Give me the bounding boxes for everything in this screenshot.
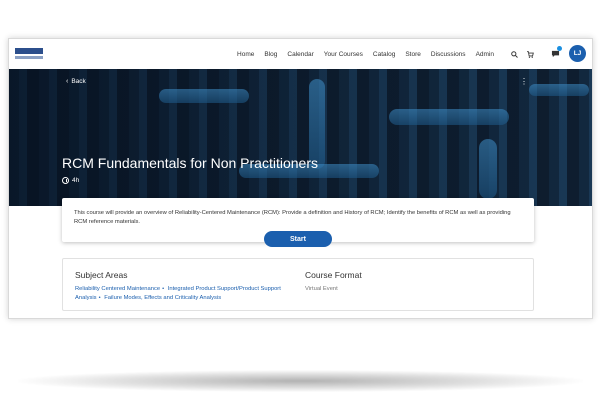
course-format-title: Course Format	[305, 270, 362, 280]
back-label: Back	[71, 78, 86, 85]
nav-blog[interactable]: Blog	[264, 51, 277, 58]
duration-value: 4h	[72, 177, 80, 184]
browser-frame: Home Blog Calendar Your Courses Catalog …	[8, 38, 593, 319]
course-title: RCM Fundamentals for Non Practitioners	[62, 155, 318, 171]
subject-areas-title: Subject Areas	[75, 270, 128, 280]
nav-your-courses[interactable]: Your Courses	[324, 51, 363, 58]
top-navigation: Home Blog Calendar Your Courses Catalog …	[9, 39, 592, 69]
subject-areas-list: Reliability Centered Maintenance • Integr…	[75, 286, 281, 301]
chevron-left-icon: ‹	[66, 78, 69, 85]
course-info-card: Subject Areas Reliability Centered Maint…	[62, 258, 534, 311]
back-link[interactable]: ‹ Back	[66, 78, 86, 85]
search-icon[interactable]	[510, 48, 518, 60]
nav-discussions[interactable]: Discussions	[431, 51, 466, 58]
user-avatar[interactable]: LJ	[569, 45, 586, 62]
nav-admin[interactable]: Admin	[476, 51, 494, 58]
clock-icon	[62, 177, 69, 184]
subject-link[interactable]: Reliability Centered Maintenance	[75, 286, 160, 292]
notification-dot	[557, 46, 562, 51]
start-button[interactable]: Start	[264, 231, 332, 247]
nav-home[interactable]: Home	[237, 51, 254, 58]
frame-shadow	[18, 370, 583, 392]
course-duration: 4h	[62, 177, 79, 184]
course-description: This course will provide an overview of …	[74, 210, 511, 225]
nav-links: Home Blog Calendar Your Courses Catalog …	[227, 39, 494, 69]
nav-store[interactable]: Store	[405, 51, 421, 58]
more-options-icon[interactable]: ⋮	[520, 77, 528, 86]
nav-calendar[interactable]: Calendar	[287, 51, 313, 58]
site-logo[interactable]	[15, 48, 43, 61]
course-hero: ‹ Back ⋮ RCM Fundamentals for Non Practi…	[9, 69, 592, 206]
cart-icon[interactable]	[526, 48, 534, 60]
chat-icon[interactable]	[550, 46, 562, 60]
nav-catalog[interactable]: Catalog	[373, 51, 395, 58]
subject-link[interactable]: Failure Modes, Effects and Criticality A…	[104, 295, 221, 301]
course-format-value: Virtual Event	[305, 286, 338, 292]
